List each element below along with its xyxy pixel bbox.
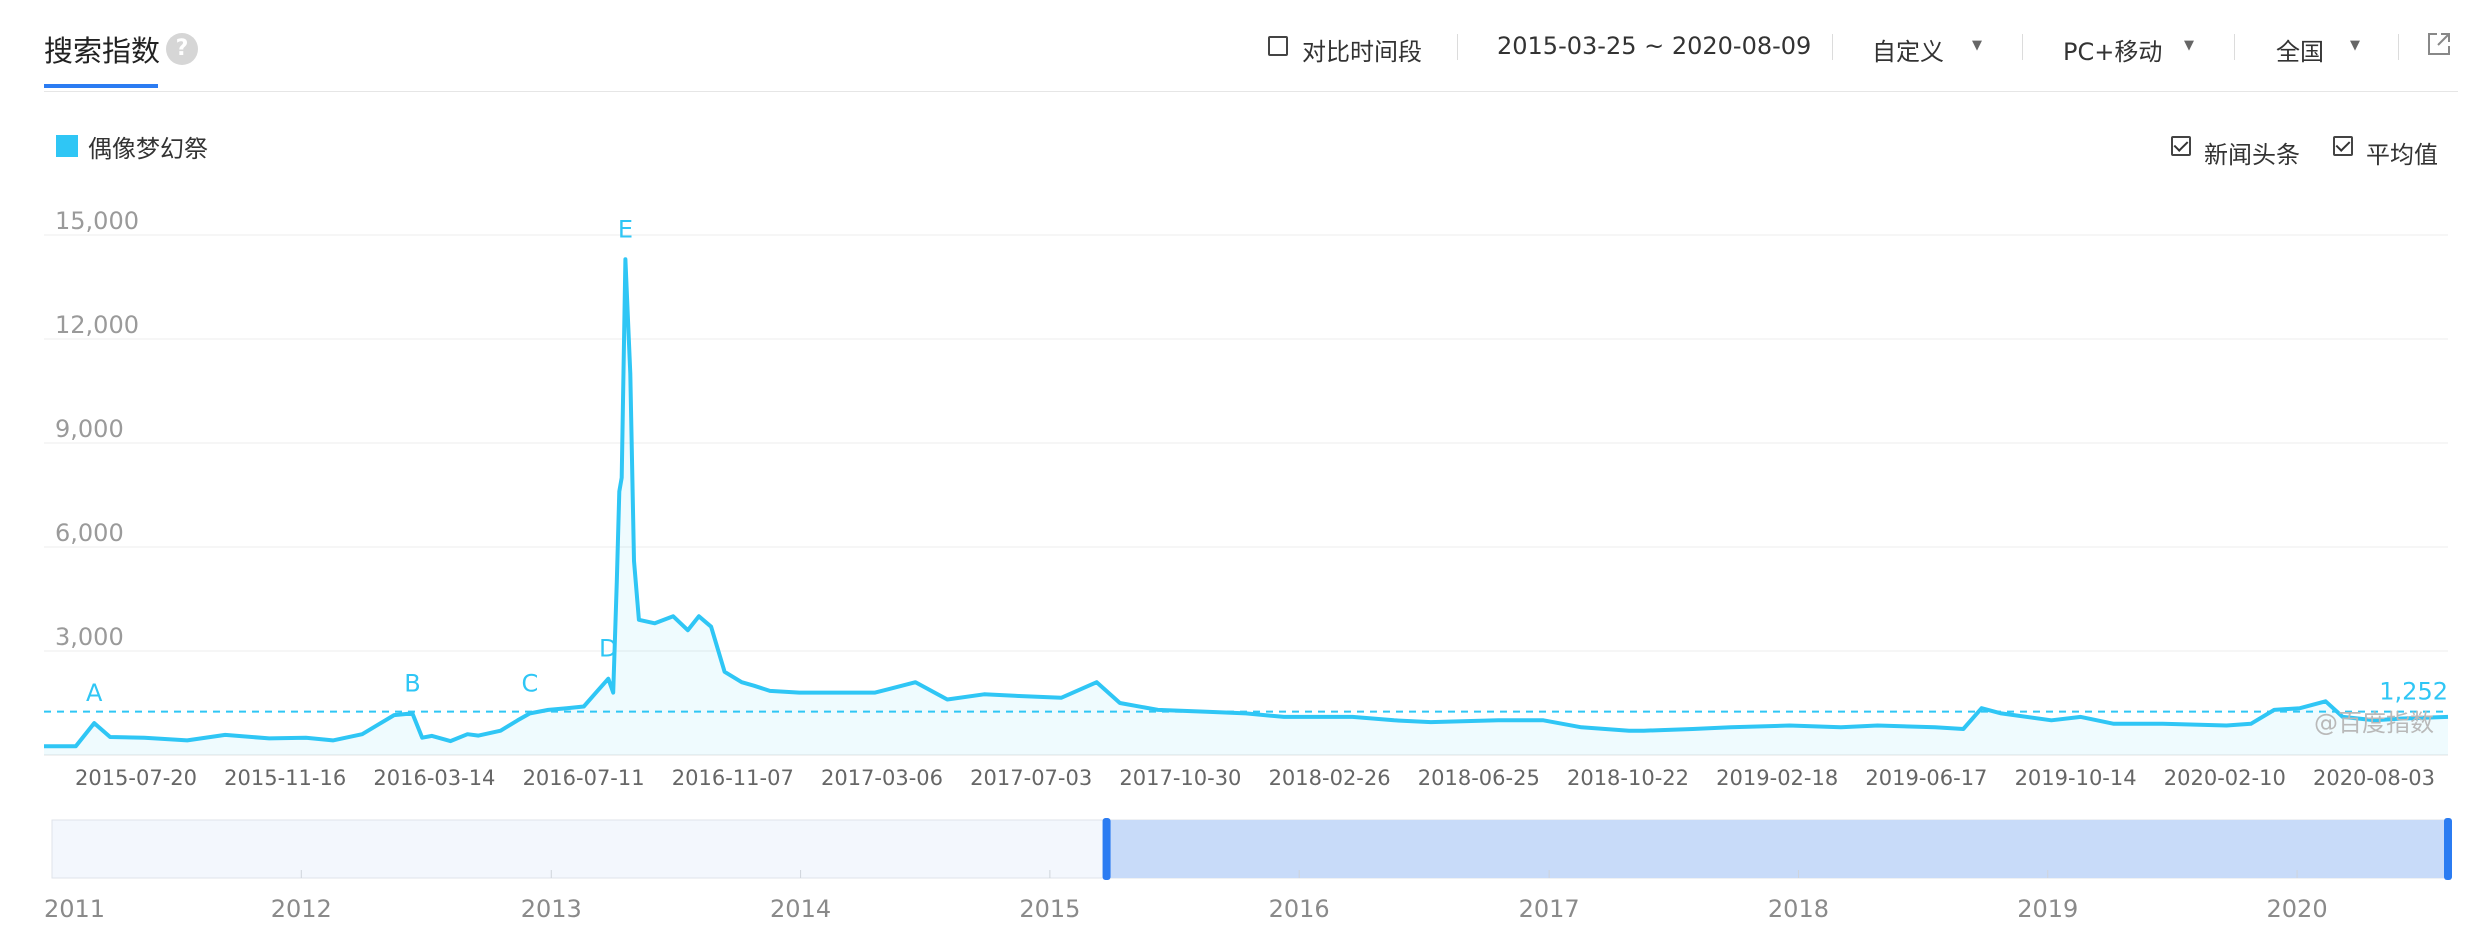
news-marker-d[interactable]: D [599, 635, 617, 663]
news-marker-b[interactable]: B [404, 669, 420, 697]
news-markers: A B C D E [86, 215, 633, 707]
trend-chart: 15,00012,0009,0006,0003,000 1,252 A B CDE … [44, 207, 2452, 923]
x-tick-label: 2019-02-18 [1716, 766, 1838, 790]
x-tick-label: 2019-06-17 [1865, 766, 1987, 790]
y-tick-label: 15,000 [55, 207, 139, 235]
x-tick-label: 2018-02-26 [1269, 766, 1391, 790]
navigator-handle-left[interactable] [1102, 818, 1111, 880]
y-axis: 15,000 12,000 9,000 6,000 3,000 [55, 207, 139, 651]
navigator-year-label: 2011 [44, 895, 105, 923]
navigator-selection [1106, 820, 2448, 878]
x-tick-label: 2019-10-14 [2015, 766, 2137, 790]
navigator-year-label: 2012 [271, 895, 332, 923]
x-tick-label: 2020-08-03 [2313, 766, 2435, 790]
watermark: @百度指数 [2314, 709, 2434, 737]
news-marker-a[interactable]: A [86, 679, 103, 707]
navigator-handle-right[interactable] [2444, 818, 2452, 880]
x-tick-label: 2018-06-25 [1418, 766, 1540, 790]
navigator-year-label: 2013 [521, 895, 582, 923]
y-tick-label: 3,000 [55, 623, 124, 651]
x-tick-label: 2015-07-20 [75, 766, 197, 790]
navigator-year-label: 2020 [2267, 895, 2328, 923]
x-tick-label: 2016-07-11 [523, 766, 645, 790]
news-marker-c[interactable]: C [522, 669, 539, 697]
navigator-year-label: 2018 [1768, 895, 1829, 923]
news-marker-e[interactable]: E [618, 215, 633, 243]
x-tick-label: 2017-10-30 [1119, 766, 1241, 790]
navigator-year-label: 2015 [1019, 895, 1080, 923]
y-tick-label: 6,000 [55, 519, 124, 547]
navigator-year-label: 2016 [1269, 895, 1330, 923]
x-axis: 2015-07-20 2015-11-16 2016-03-14 2016-07-11… [75, 766, 2435, 790]
navigator-year-label: 2014 [770, 895, 831, 923]
average-label: 1,252 [2379, 678, 2448, 706]
navigator-year-label: 2017 [1519, 895, 1580, 923]
navigator-year-label: 2019 [2017, 895, 2078, 923]
x-tick-label: 2016-11-07 [672, 766, 794, 790]
x-tick-label: 2017-07-03 [970, 766, 1092, 790]
y-tick-label: 9,000 [55, 415, 124, 443]
x-tick-label: 2017-03-06 [821, 766, 943, 790]
range-navigator: 2011 2012 2013 2014 2015 2016 2017 2018 2019 2020 [44, 818, 2452, 923]
y-tick-label: 12,000 [55, 311, 139, 339]
x-tick-label: 2018-10-22 [1567, 766, 1689, 790]
x-tick-label: 2015-11-16 [224, 766, 346, 790]
x-tick-label: 2016-03-14 [373, 766, 495, 790]
x-tick-label: 2020-02-10 [2164, 766, 2286, 790]
